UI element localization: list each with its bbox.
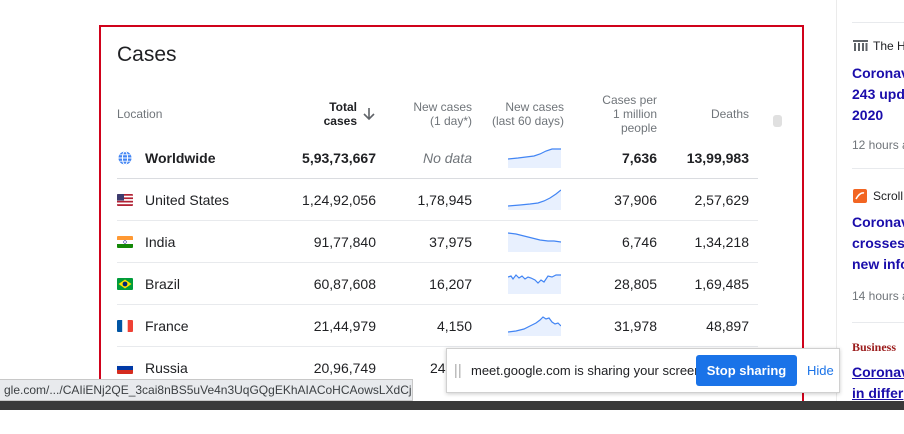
france-flag-icon xyxy=(117,320,133,332)
us-flag-icon xyxy=(117,194,133,206)
per-million-worldwide: 7,636 xyxy=(621,150,657,166)
deaths-united-states: 2,57,629 xyxy=(694,192,750,208)
news-divider xyxy=(852,168,904,169)
hide-button[interactable]: Hide xyxy=(807,363,834,378)
per-million-france: 31,978 xyxy=(614,318,657,334)
total-russia: 20,96,749 xyxy=(313,360,376,376)
news-headline-line: 2020 xyxy=(852,107,884,123)
deaths-france: 48,897 xyxy=(706,318,749,334)
header-total-cases[interactable]: Total cases xyxy=(300,100,357,128)
new-india: 37,975 xyxy=(429,234,472,250)
header-new-cases-60days[interactable]: New cases (last 60 days) xyxy=(484,100,564,128)
news-time: 12 hours a xyxy=(852,138,904,152)
newspaper-icon xyxy=(853,40,868,51)
news-headline-line: Coronav xyxy=(852,364,904,380)
sparkline-india xyxy=(508,232,561,252)
card-title: Cases xyxy=(117,43,177,66)
total-brazil: 60,87,608 xyxy=(313,276,376,292)
per-million-india: 6,746 xyxy=(621,234,657,250)
location-united-states[interactable]: United States xyxy=(145,192,229,208)
new-france: 4,150 xyxy=(436,318,472,334)
news-source[interactable]: Scroll xyxy=(873,189,903,203)
new-russia: 24 xyxy=(430,360,446,376)
header-new60-line2: (last 60 days) xyxy=(491,114,564,128)
news-headline-line: new info xyxy=(852,256,904,272)
news-headline-line: Coronav xyxy=(852,214,904,230)
news-source[interactable]: Business xyxy=(852,340,896,355)
total-france: 21,44,979 xyxy=(313,318,376,334)
header-permil-line2: 1 million xyxy=(612,107,657,121)
header-deaths[interactable]: Deaths xyxy=(690,107,749,121)
bottom-area xyxy=(0,410,904,434)
new-worldwide: No data xyxy=(422,150,472,166)
scrollbar-thumb[interactable] xyxy=(773,115,782,127)
header-location[interactable]: Location xyxy=(117,107,162,121)
header-new1-line2: (1 day*) xyxy=(429,114,472,128)
news-headline[interactable]: Coronav 243 upd 2020 xyxy=(852,63,904,126)
news-time: 14 hours a xyxy=(852,289,904,303)
row-divider xyxy=(117,346,758,347)
sparkline-france xyxy=(508,316,561,336)
total-worldwide: 5,93,73,667 xyxy=(302,150,376,166)
news-headline[interactable]: Coronav in differ xyxy=(852,362,904,404)
location-brazil[interactable]: Brazil xyxy=(145,276,180,292)
header-new1-line1: New cases xyxy=(413,100,472,114)
globe-icon xyxy=(118,151,132,165)
link-status-bar: gle.com/.../CAIiENj2QE_3cai8nBS5uVe4n3Uq… xyxy=(0,379,413,401)
per-million-brazil: 28,805 xyxy=(614,276,657,292)
india-flag-icon xyxy=(117,236,133,248)
header-total-line1: Total xyxy=(329,100,357,114)
sparkline-worldwide xyxy=(508,148,561,168)
total-india: 91,77,840 xyxy=(313,234,376,250)
news-headline-line: crosses xyxy=(852,235,904,251)
location-india[interactable]: India xyxy=(145,234,175,250)
russia-flag-icon xyxy=(117,362,133,374)
header-new-cases-1day[interactable]: New cases (1 day*) xyxy=(398,100,472,128)
share-message: meet.google.com is sharing your screen. xyxy=(471,363,706,378)
total-united-states: 1,24,92,056 xyxy=(302,192,376,208)
news-source[interactable]: The H xyxy=(873,39,904,53)
deaths-worldwide: 13,99,983 xyxy=(686,150,749,166)
location-russia[interactable]: Russia xyxy=(145,360,188,376)
location-worldwide[interactable]: Worldwide xyxy=(145,150,216,166)
row-divider xyxy=(117,304,758,305)
news-headline-line: Coronav xyxy=(852,65,904,81)
header-total-line2: cases xyxy=(323,114,357,128)
sparkline-united-states xyxy=(508,189,561,210)
news-headline-line: 243 upd xyxy=(852,86,904,102)
header-permil-line1: Cases per xyxy=(602,93,657,107)
header-new60-line1: New cases xyxy=(505,100,564,114)
stop-sharing-button[interactable]: Stop sharing xyxy=(696,355,797,386)
header-permil-line3: people xyxy=(620,121,657,135)
news-headline[interactable]: Coronav crosses new info xyxy=(852,212,904,275)
row-divider xyxy=(117,220,758,221)
deaths-india: 1,34,218 xyxy=(694,234,750,250)
per-million-united-states: 37,906 xyxy=(614,192,657,208)
row-divider xyxy=(117,262,758,263)
row-divider xyxy=(117,178,758,179)
sparkline-brazil xyxy=(508,274,561,294)
new-united-states: 1,78,945 xyxy=(417,192,473,208)
taskbar-strip xyxy=(0,401,904,410)
header-cases-per-million[interactable]: Cases per 1 million people xyxy=(590,93,657,135)
drag-handle-icon[interactable] xyxy=(455,363,462,379)
news-divider xyxy=(852,22,904,23)
deaths-brazil: 1,69,485 xyxy=(694,276,750,292)
new-brazil: 16,207 xyxy=(429,276,472,292)
location-france[interactable]: France xyxy=(145,318,189,334)
sort-down-arrow-icon[interactable] xyxy=(362,106,376,122)
news-divider xyxy=(852,322,904,323)
brazil-flag-icon xyxy=(117,278,133,290)
scroll-logo-icon xyxy=(853,189,867,203)
